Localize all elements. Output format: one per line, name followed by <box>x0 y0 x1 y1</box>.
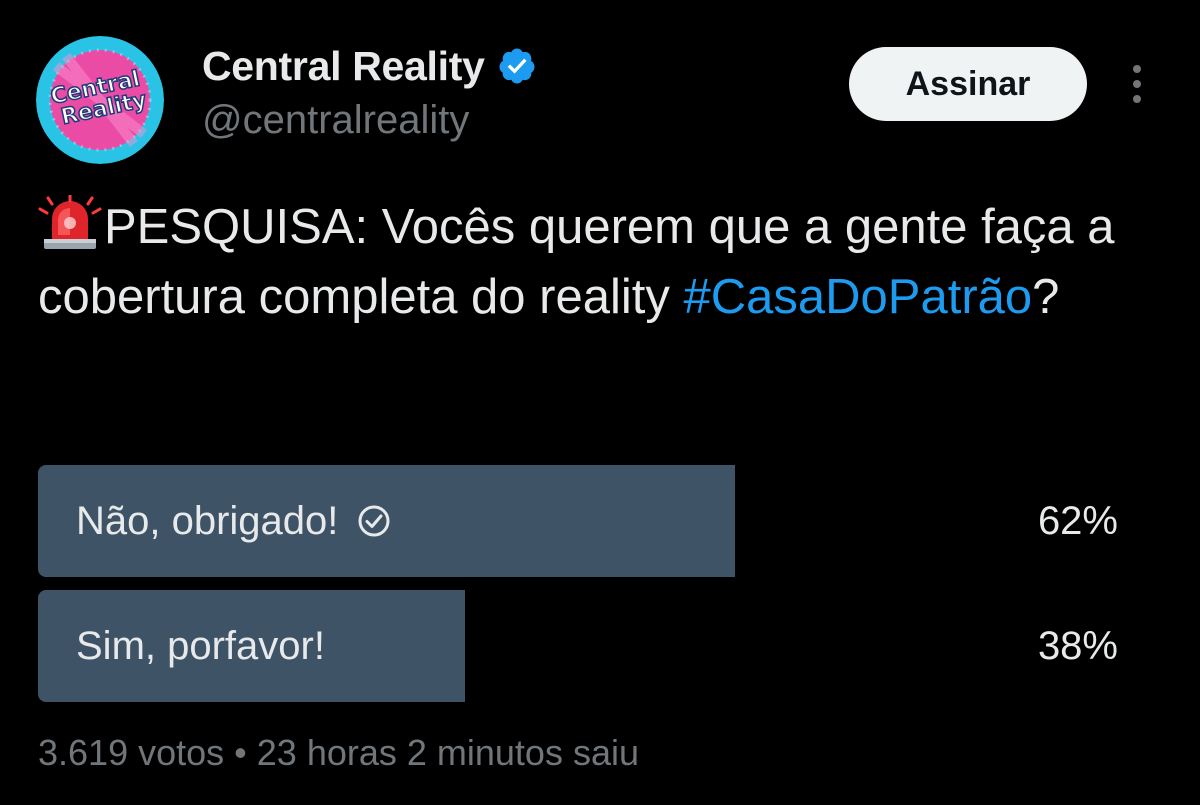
avatar[interactable]: Central Reality <box>36 36 164 164</box>
hashtag-link[interactable]: #CasaDoPatrão <box>684 270 1033 324</box>
author-display-name[interactable]: Central Reality <box>202 43 485 90</box>
poll-separator: • <box>234 732 247 773</box>
poll-option-1: Sim, porfavor! 38% <box>38 590 1160 702</box>
more-options-button[interactable] <box>1120 60 1154 110</box>
poll-option-label-row: Não, obrigado! <box>76 465 392 577</box>
poll-meta: 3.619 votos • 23 horas 2 minutos saiu <box>38 732 639 774</box>
poll-option-percent: 62% <box>1037 498 1118 543</box>
subscribe-button[interactable]: Assinar <box>849 47 1087 121</box>
poll-option-0: Não, obrigado! 62% <box>38 465 1160 577</box>
poll-option-label-row: Sim, porfavor! <box>76 590 325 702</box>
verified-badge-icon[interactable] <box>497 46 537 86</box>
check-circle-icon <box>356 503 392 539</box>
tweet-text: PESQUISA: Vocês querem que a gente faça … <box>38 192 1168 332</box>
poll-option-percent: 38% <box>1037 623 1118 668</box>
poll-time-left: 23 horas 2 minutos saiu <box>256 732 639 773</box>
poll-option-label: Não, obrigado! <box>76 498 339 543</box>
author-name-row[interactable]: Central Reality <box>202 40 537 92</box>
author-handle[interactable]: @centralreality <box>202 98 469 143</box>
poll: Não, obrigado! 62% Sim, porfavor! 38% <box>38 465 1160 715</box>
tweet-end-text: ? <box>1032 270 1060 324</box>
poll-votes: 3.619 votos <box>38 732 225 773</box>
central-reality-logo: Central Reality <box>36 36 164 164</box>
poll-option-label: Sim, porfavor! <box>76 623 325 668</box>
more-vertical-icon <box>1133 65 1141 103</box>
police-siren-icon <box>38 193 102 251</box>
